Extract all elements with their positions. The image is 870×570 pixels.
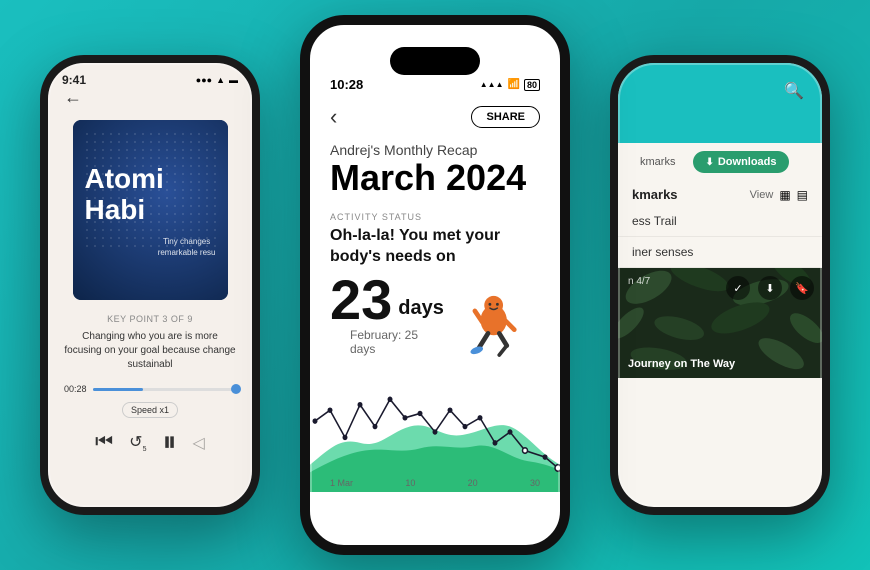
progress-dot <box>231 384 241 394</box>
activity-section-label: ACTIVITY STATUS <box>310 212 560 222</box>
recap-label: Andrej's Monthly Recap <box>310 142 560 158</box>
center-status-icons: ▲▲▲ 📶 80 <box>480 79 540 91</box>
right-phone-content: kmarks ⬇ Downloads kmarks View ▦ ▤ ess T… <box>618 143 822 378</box>
speed-button[interactable]: Speed x1 <box>122 402 178 418</box>
view-label[interactable]: View <box>750 189 774 201</box>
book-thumbnail: ✓ ⬇ 🔖 n 4/7 Journey on The Way <box>618 268 822 378</box>
left-status-icons: ●●● ▲ ▬ <box>196 75 238 85</box>
progress-bar[interactable] <box>93 388 236 391</box>
center-content: ‹ SHARE Andrej's Monthly Recap March 202… <box>310 96 560 492</box>
running-figure <box>458 294 524 364</box>
pause-button[interactable]: ⏸ <box>162 426 176 459</box>
phones-container: 9:41 ●●● ▲ ▬ ← Atomi Habi Tiny changes r… <box>0 0 870 570</box>
thumbnail-episode: n 4/7 <box>628 276 650 287</box>
prev-month-label: February: 25 days <box>330 328 458 356</box>
skip-back-button[interactable]: ⏮ <box>95 431 113 454</box>
list-item-1[interactable]: ess Trail <box>618 206 822 237</box>
thumbnail-action-icons: ✓ ⬇ 🔖 <box>726 276 814 300</box>
audio-time: 00:28 <box>64 384 87 394</box>
activity-text: Oh-la-la! You met your body's needs on <box>310 226 560 268</box>
right-header-bg: 🔍 <box>618 63 822 143</box>
skip-forward-button[interactable]: ◁ <box>193 433 205 453</box>
tabs-row: kmarks ⬇ Downloads <box>618 143 822 181</box>
tab-downloads[interactable]: ⬇ Downloads <box>693 151 788 173</box>
book-subtitle-1: Tiny changes <box>163 237 210 246</box>
left-phone-content: ← Atomi Habi Tiny changes remarkable res… <box>48 87 252 459</box>
recap-month: March 2024 <box>310 160 560 196</box>
left-status-time: 9:41 <box>62 73 86 87</box>
list-item-2[interactable]: iner senses <box>618 237 822 268</box>
book-title: Atomi Habi <box>73 152 228 238</box>
list-icon: ▤ <box>797 188 808 202</box>
share-button[interactable]: SHARE <box>471 106 540 128</box>
days-label: days <box>398 297 444 328</box>
center-nav: ‹ SHARE <box>310 96 560 142</box>
activity-chart: 1 Mar 10 20 30 <box>310 372 560 492</box>
thumbnail-title: Journey on The Way <box>628 358 812 370</box>
back-button-center[interactable]: ‹ <box>330 104 337 130</box>
replay-5-button[interactable]: ↺5 <box>129 432 146 453</box>
phone-center: 10:28 ▲▲▲ 📶 80 ‹ SHARE Andrej's Monthly … <box>300 15 570 555</box>
download-icon[interactable]: ⬇ <box>758 276 782 300</box>
back-button-left[interactable]: ← <box>64 87 236 108</box>
key-point-label: KEY POINT 3 OF 9 <box>64 314 236 324</box>
dynamic-island <box>390 47 480 75</box>
grid-icon: ▦ <box>779 188 790 202</box>
center-status-time: 10:28 <box>330 77 363 92</box>
chart-labels: 1 Mar 10 20 30 <box>330 478 540 488</box>
key-point-text: Changing who you are is more focusing on… <box>64 330 236 372</box>
bookmark-icon-thumb[interactable]: 🔖 <box>790 276 814 300</box>
progress-fill <box>93 388 143 391</box>
center-status-bar: 10:28 ▲▲▲ 📶 80 <box>310 73 560 96</box>
book-cover: Atomi Habi Tiny changes remarkable resu <box>73 120 228 300</box>
phone-left: 9:41 ●●● ▲ ▬ ← Atomi Habi Tiny changes r… <box>40 55 260 515</box>
audio-controls: ⏮ ↺5 ⏸ ◁ <box>64 426 236 459</box>
phone-right: 🔍 kmarks ⬇ Downloads kmarks View ▦ ▤ <box>610 55 830 515</box>
section-title: kmarks <box>632 187 678 202</box>
tab-bookmarks[interactable]: kmarks <box>630 152 685 172</box>
check-icon[interactable]: ✓ <box>726 276 750 300</box>
days-figure-row: 23 days February: 25 days <box>310 272 560 364</box>
search-icon[interactable]: 🔍 <box>784 81 804 101</box>
days-number: 23 <box>330 272 392 328</box>
section-header: kmarks View ▦ ▤ <box>618 181 822 206</box>
audio-progress: 00:28 <box>64 384 236 394</box>
book-subtitle-2: remarkable resu <box>158 248 216 257</box>
